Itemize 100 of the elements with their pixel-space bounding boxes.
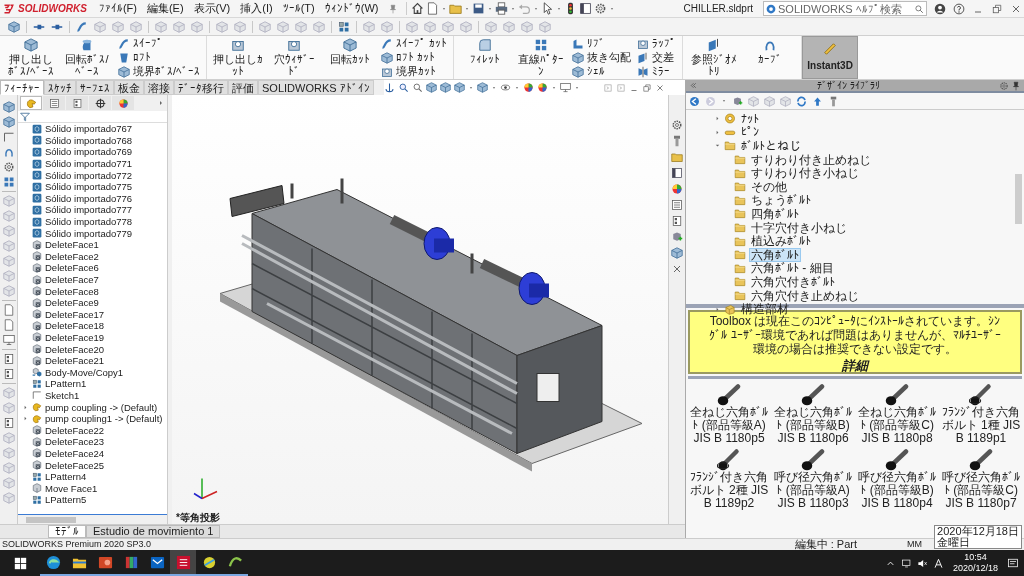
- books-app-icon[interactable]: [123, 554, 139, 570]
- panel-tab[interactable]: [112, 96, 134, 110]
- menu-item[interactable]: 編集(E): [142, 3, 188, 14]
- menu-item[interactable]: ｳｨﾝﾄﾞｳ(W): [320, 3, 383, 14]
- panel-tab[interactable]: [89, 96, 111, 110]
- tree-item[interactable]: DeleteFace6: [45, 262, 99, 274]
- color-wheel-icon[interactable]: [522, 82, 534, 93]
- tree-item[interactable]: DeleteFace18: [45, 320, 105, 332]
- tree-item[interactable]: pump coupling -> (Default): [45, 401, 158, 413]
- command-tab[interactable]: ﾃﾞｰﾀ移行: [174, 80, 228, 95]
- tree-item[interactable]: DeleteFace7: [45, 274, 99, 285]
- library-folder[interactable]: 構造部材: [739, 302, 791, 317]
- gear-icon[interactable]: [2, 161, 15, 173]
- library-item-label[interactable]: 呼び径六角ﾎﾞﾙﾄ (部品等級C) JIS B 1180p7: [940, 471, 1022, 510]
- tree-item[interactable]: DeleteFace8: [45, 285, 99, 297]
- ribbon-button[interactable]: ﾛﾌﾄ ｶｯﾄ: [381, 50, 448, 65]
- help-icon[interactable]: [953, 2, 965, 15]
- cube-icon[interactable]: [476, 82, 488, 93]
- print-icon[interactable]: [495, 2, 509, 15]
- library-item-label[interactable]: 全ねじ六角ﾎﾞﾙﾄ (部品等級A) JIS B 1180p5: [688, 406, 770, 445]
- cube-icon[interactable]: [439, 82, 451, 93]
- part-icon[interactable]: [2, 101, 15, 113]
- bolt-thumbnail-icon[interactable]: [717, 447, 741, 471]
- open-folder-icon[interactable]: [449, 2, 463, 15]
- zoom-icon[interactable]: [397, 82, 409, 93]
- cube-icon[interactable]: [748, 95, 759, 107]
- library-folder[interactable]: 四角ﾎﾞﾙﾄ: [749, 206, 801, 221]
- library-folder[interactable]: ちょうﾎﾞﾙﾄ: [749, 193, 813, 208]
- library-folder[interactable]: すりわり付き小ねじ: [749, 166, 861, 181]
- library-folder[interactable]: ﾋﾟﾝ: [739, 125, 761, 140]
- tree-item[interactable]: Sólido importado776: [45, 192, 133, 204]
- ribbon-button[interactable]: 参照ｼﾞｵﾒﾄﾘ: [687, 36, 742, 79]
- bolt-thumbnail-icon[interactable]: [717, 382, 741, 406]
- clock[interactable]: 10:54 2020/12/18: [948, 552, 1002, 574]
- ribbon-button[interactable]: ﾐﾗｰ: [637, 64, 677, 79]
- command-tab[interactable]: SOLIDWORKS ｱﾄﾞｲﾝ: [258, 80, 374, 95]
- screw-icon[interactable]: [828, 95, 839, 107]
- cube-icon[interactable]: [764, 95, 775, 107]
- ribbon-button[interactable]: 交差: [637, 50, 677, 65]
- cube-icon[interactable]: [2, 116, 15, 128]
- pin-icon[interactable]: [388, 3, 399, 14]
- pattern-icon[interactable]: [2, 176, 15, 188]
- bolt-thumbnail-icon[interactable]: [969, 382, 993, 406]
- pin-icon[interactable]: [1011, 80, 1021, 91]
- menu-item[interactable]: 表示(V): [189, 3, 235, 14]
- back-icon[interactable]: [689, 95, 700, 107]
- mail-app-icon[interactable]: [149, 554, 165, 570]
- document-tab[interactable]: ﾓﾃﾞﾙ: [48, 525, 86, 538]
- up-arrow-icon[interactable]: [812, 95, 823, 107]
- tree-item[interactable]: DeleteFace21: [45, 355, 105, 367]
- bolt-thumbnail-icon[interactable]: [885, 447, 909, 471]
- ime-icon[interactable]: [932, 557, 944, 569]
- tree-item[interactable]: Sólido importado775: [45, 181, 133, 193]
- ribbon-button[interactable]: 穴ｳｨｻﾞｰﾄﾞ: [267, 36, 322, 79]
- library-item-label[interactable]: 全ねじ六角ﾎﾞﾙﾄ (部品等級B) JIS B 1180p6: [772, 406, 854, 445]
- command-tab[interactable]: ｻｰﾌｪｽ: [76, 80, 114, 95]
- library-item-label[interactable]: 呼び径六角ﾎﾞﾙﾄ (部品等級B) JIS B 1180p4: [856, 471, 938, 510]
- account-icon[interactable]: [934, 2, 946, 15]
- restore-icon[interactable]: [991, 2, 1003, 15]
- tree-item[interactable]: Sólido importado777: [45, 204, 133, 216]
- library-folder[interactable]: 六角穴付き止めねじ: [749, 288, 861, 303]
- tree-item[interactable]: Sólido importado772: [45, 169, 133, 181]
- tree-item[interactable]: Sketch1: [45, 389, 80, 401]
- tree-item[interactable]: DeleteFace17: [45, 308, 105, 320]
- restore-icon[interactable]: [642, 82, 652, 93]
- cube-icon[interactable]: [453, 82, 465, 93]
- settings-icon[interactable]: [594, 2, 608, 15]
- library-folder[interactable]: 六角ﾎﾞﾙﾄ: [749, 247, 801, 262]
- tile-icon[interactable]: [616, 82, 626, 93]
- tree-item[interactable]: DeleteFace1: [45, 239, 99, 251]
- tree-item[interactable]: Sólido importado779: [45, 227, 133, 239]
- tree-item[interactable]: DeleteFace9: [45, 297, 99, 309]
- tree-item[interactable]: Sólido importado769: [45, 146, 133, 158]
- sheet-icon[interactable]: [2, 319, 15, 331]
- pointer-icon[interactable]: [541, 2, 555, 15]
- screw-icon[interactable]: [671, 135, 683, 147]
- tree-item[interactable]: Move Face1: [45, 482, 98, 494]
- library-item-label[interactable]: ﾌﾗﾝｼﾞ付き六角ボルト 2種 JIS B 1189p2: [688, 471, 770, 510]
- notification-icon[interactable]: [1007, 557, 1019, 569]
- network-icon[interactable]: [900, 557, 912, 569]
- menu-item[interactable]: 挿入(I): [236, 3, 277, 14]
- ribbon-button[interactable]: 押し出しｶｯﾄ: [211, 36, 266, 79]
- layers-icon[interactable]: [2, 368, 15, 380]
- command-tab[interactable]: 溶接: [144, 80, 174, 95]
- horizontal-scrollbar[interactable]: [18, 514, 167, 524]
- sweep-icon[interactable]: [76, 20, 88, 33]
- ribbon-button[interactable]: 直線ﾊﾟﾀｰﾝ: [514, 36, 569, 79]
- tree-item[interactable]: Sólido importado771: [45, 158, 133, 170]
- save-icon[interactable]: [472, 2, 486, 15]
- library-folder[interactable]: 植込みﾎﾞﾙﾄ: [749, 234, 813, 249]
- tree-item[interactable]: DeleteFace2: [45, 250, 99, 262]
- config-icon[interactable]: [2, 417, 15, 429]
- cad-app-icon[interactable]: [175, 554, 191, 570]
- ribbon-button[interactable]: ﾌｨﾚｯﾄ: [458, 36, 513, 79]
- tree-item[interactable]: LPattern1: [45, 378, 87, 390]
- ribbon-button[interactable]: ﾛﾌﾄ: [118, 50, 201, 65]
- sheet-icon[interactable]: [2, 304, 15, 316]
- filter-icon[interactable]: [20, 111, 30, 122]
- color-wheel-icon[interactable]: [536, 82, 548, 93]
- monitor-icon[interactable]: [559, 82, 571, 93]
